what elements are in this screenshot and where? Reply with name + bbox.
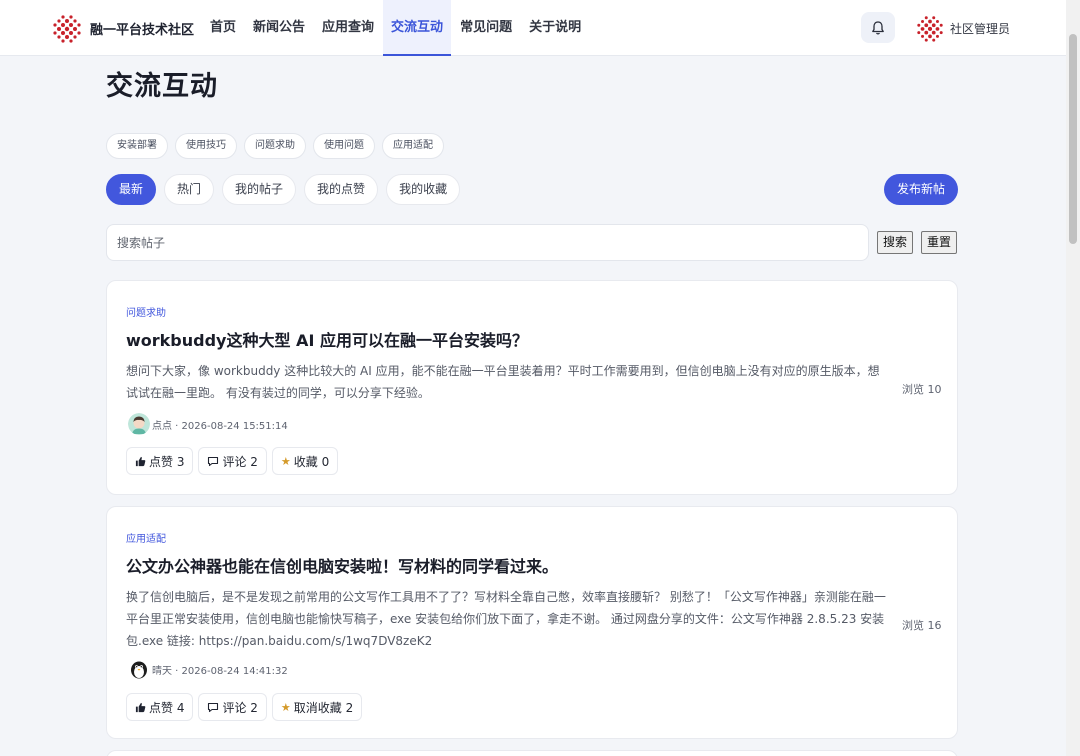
post-actions: 点赞 3 评论 2 ★ 收藏 0 xyxy=(126,447,343,475)
post-card[interactable]: 应用适配 公文办公神器也能在信创电脑安装啦！写材料的同学看过来。 换了信创电脑后… xyxy=(106,506,958,739)
nav-home[interactable]: 首页 xyxy=(202,0,244,56)
post-actions: 点赞 4 评论 2 ★ 取消收藏 2 xyxy=(126,693,367,721)
avatar-penguin-icon xyxy=(128,658,150,680)
main-nav: 首页 新闻公告 应用查询 交流互动 常见问题 关于说明 xyxy=(202,0,590,56)
scrollbar-thumb[interactable] xyxy=(1069,34,1077,244)
like-button[interactable]: 点赞 4 xyxy=(126,693,194,721)
nav-apps[interactable]: 应用查询 xyxy=(314,0,382,56)
filter-tabs: 最新 热门 我的帖子 我的点赞 我的收藏 xyxy=(106,174,468,205)
author-meta: 点点 · 2026-08-24 15:51:14 xyxy=(152,420,288,432)
user-avatar-logo-icon xyxy=(917,16,943,42)
publish-post-button[interactable]: 发布新帖 xyxy=(884,174,958,205)
avatar xyxy=(128,658,150,680)
reset-button[interactable]: 重置 xyxy=(921,231,958,254)
nav-about[interactable]: 关于说明 xyxy=(521,0,589,56)
post-title[interactable]: workbuddy这种大型 AI 应用可以在融一平台安装吗？ xyxy=(126,327,528,351)
category-tag-adapt[interactable]: 应用适配 xyxy=(382,133,444,159)
post-excerpt: 换了信创电脑后，是不是发现之前常用的公文写作工具用不了了？写材料全靠自己憋，效率… xyxy=(126,590,886,648)
like-button[interactable]: 点赞 3 xyxy=(126,447,194,475)
comment-button[interactable]: 评论 2 xyxy=(198,447,267,475)
nav-community[interactable]: 交流互动 xyxy=(383,0,452,56)
brand[interactable]: 融一平台技术社区 xyxy=(52,13,194,43)
category-tag-issues[interactable]: 使用问题 xyxy=(313,133,375,159)
like-label: 点赞 3 xyxy=(149,454,185,469)
avatar xyxy=(128,413,150,435)
post-category[interactable]: 问题求助 xyxy=(126,304,166,319)
nav-news[interactable]: 新闻公告 xyxy=(245,0,313,56)
logo-icon xyxy=(53,15,81,43)
collect-button[interactable]: ★ 收藏 0 xyxy=(271,447,339,475)
brand-title: 融一平台技术社区 xyxy=(90,22,195,38)
bell-icon xyxy=(872,20,884,35)
thumbs-up-icon xyxy=(135,456,146,467)
category-tag-install[interactable]: 安装部署 xyxy=(106,133,168,159)
tab-hot[interactable]: 热门 xyxy=(164,174,215,205)
post-title[interactable]: 公文办公神器也能在信创电脑安装啦！写材料的同学看过来。 xyxy=(126,553,558,577)
category-tag-help[interactable]: 问题求助 xyxy=(244,133,306,159)
like-label: 点赞 4 xyxy=(149,700,185,715)
tab-my-likes[interactable]: 我的点赞 xyxy=(304,174,379,205)
star-icon: ★ xyxy=(280,454,291,468)
avatar-boy-icon xyxy=(128,413,150,435)
post-views: 浏览 10 xyxy=(902,383,942,396)
post-views: 浏览 16 xyxy=(902,619,942,632)
comment-icon xyxy=(207,702,219,713)
search-input[interactable] xyxy=(106,224,869,261)
post-card[interactable] xyxy=(106,750,958,756)
uncollect-button[interactable]: ★ 取消收藏 2 xyxy=(271,693,363,721)
collect-label: 取消收藏 2 xyxy=(293,700,354,715)
category-tags: 安装部署 使用技巧 问题求助 使用问题 应用适配 xyxy=(106,133,451,159)
post-author: 晴天 · 2026-08-24 14:41:32 xyxy=(128,658,288,680)
page-title: 交流互动 xyxy=(106,71,218,102)
category-tag-tips[interactable]: 使用技巧 xyxy=(175,133,237,159)
comment-label: 评论 2 xyxy=(222,454,258,469)
thumbs-up-icon xyxy=(135,702,146,713)
user-name: 社区管理员 xyxy=(950,21,1011,36)
search-button[interactable]: 搜索 xyxy=(877,231,914,254)
post-card[interactable]: 问题求助 workbuddy这种大型 AI 应用可以在融一平台安装吗？ 想问下大… xyxy=(106,280,958,495)
author-meta: 晴天 · 2026-08-24 14:41:32 xyxy=(152,665,288,677)
notifications-button[interactable] xyxy=(861,12,895,43)
post-category[interactable]: 应用适配 xyxy=(126,530,166,545)
collect-label: 收藏 0 xyxy=(293,454,330,469)
tab-latest[interactable]: 最新 xyxy=(106,174,157,205)
nav-faq[interactable]: 常见问题 xyxy=(452,0,520,56)
tab-my-favorites[interactable]: 我的收藏 xyxy=(386,174,461,205)
comment-button[interactable]: 评论 2 xyxy=(198,693,267,721)
comment-icon xyxy=(207,456,219,467)
star-icon: ★ xyxy=(280,700,291,714)
tab-my-posts[interactable]: 我的帖子 xyxy=(222,174,297,205)
user-menu[interactable]: 社区管理员 xyxy=(916,13,1010,43)
post-author: 点点 · 2026-08-24 15:51:14 xyxy=(128,413,288,435)
comment-label: 评论 2 xyxy=(222,700,258,715)
top-navbar: 融一平台技术社区 首页 新闻公告 应用查询 交流互动 常见问题 关于说明 社区管 xyxy=(0,0,1080,56)
post-excerpt: 想问下大家，像 workbuddy 这种比较大的 AI 应用，能不能在融一平台里… xyxy=(126,364,880,400)
